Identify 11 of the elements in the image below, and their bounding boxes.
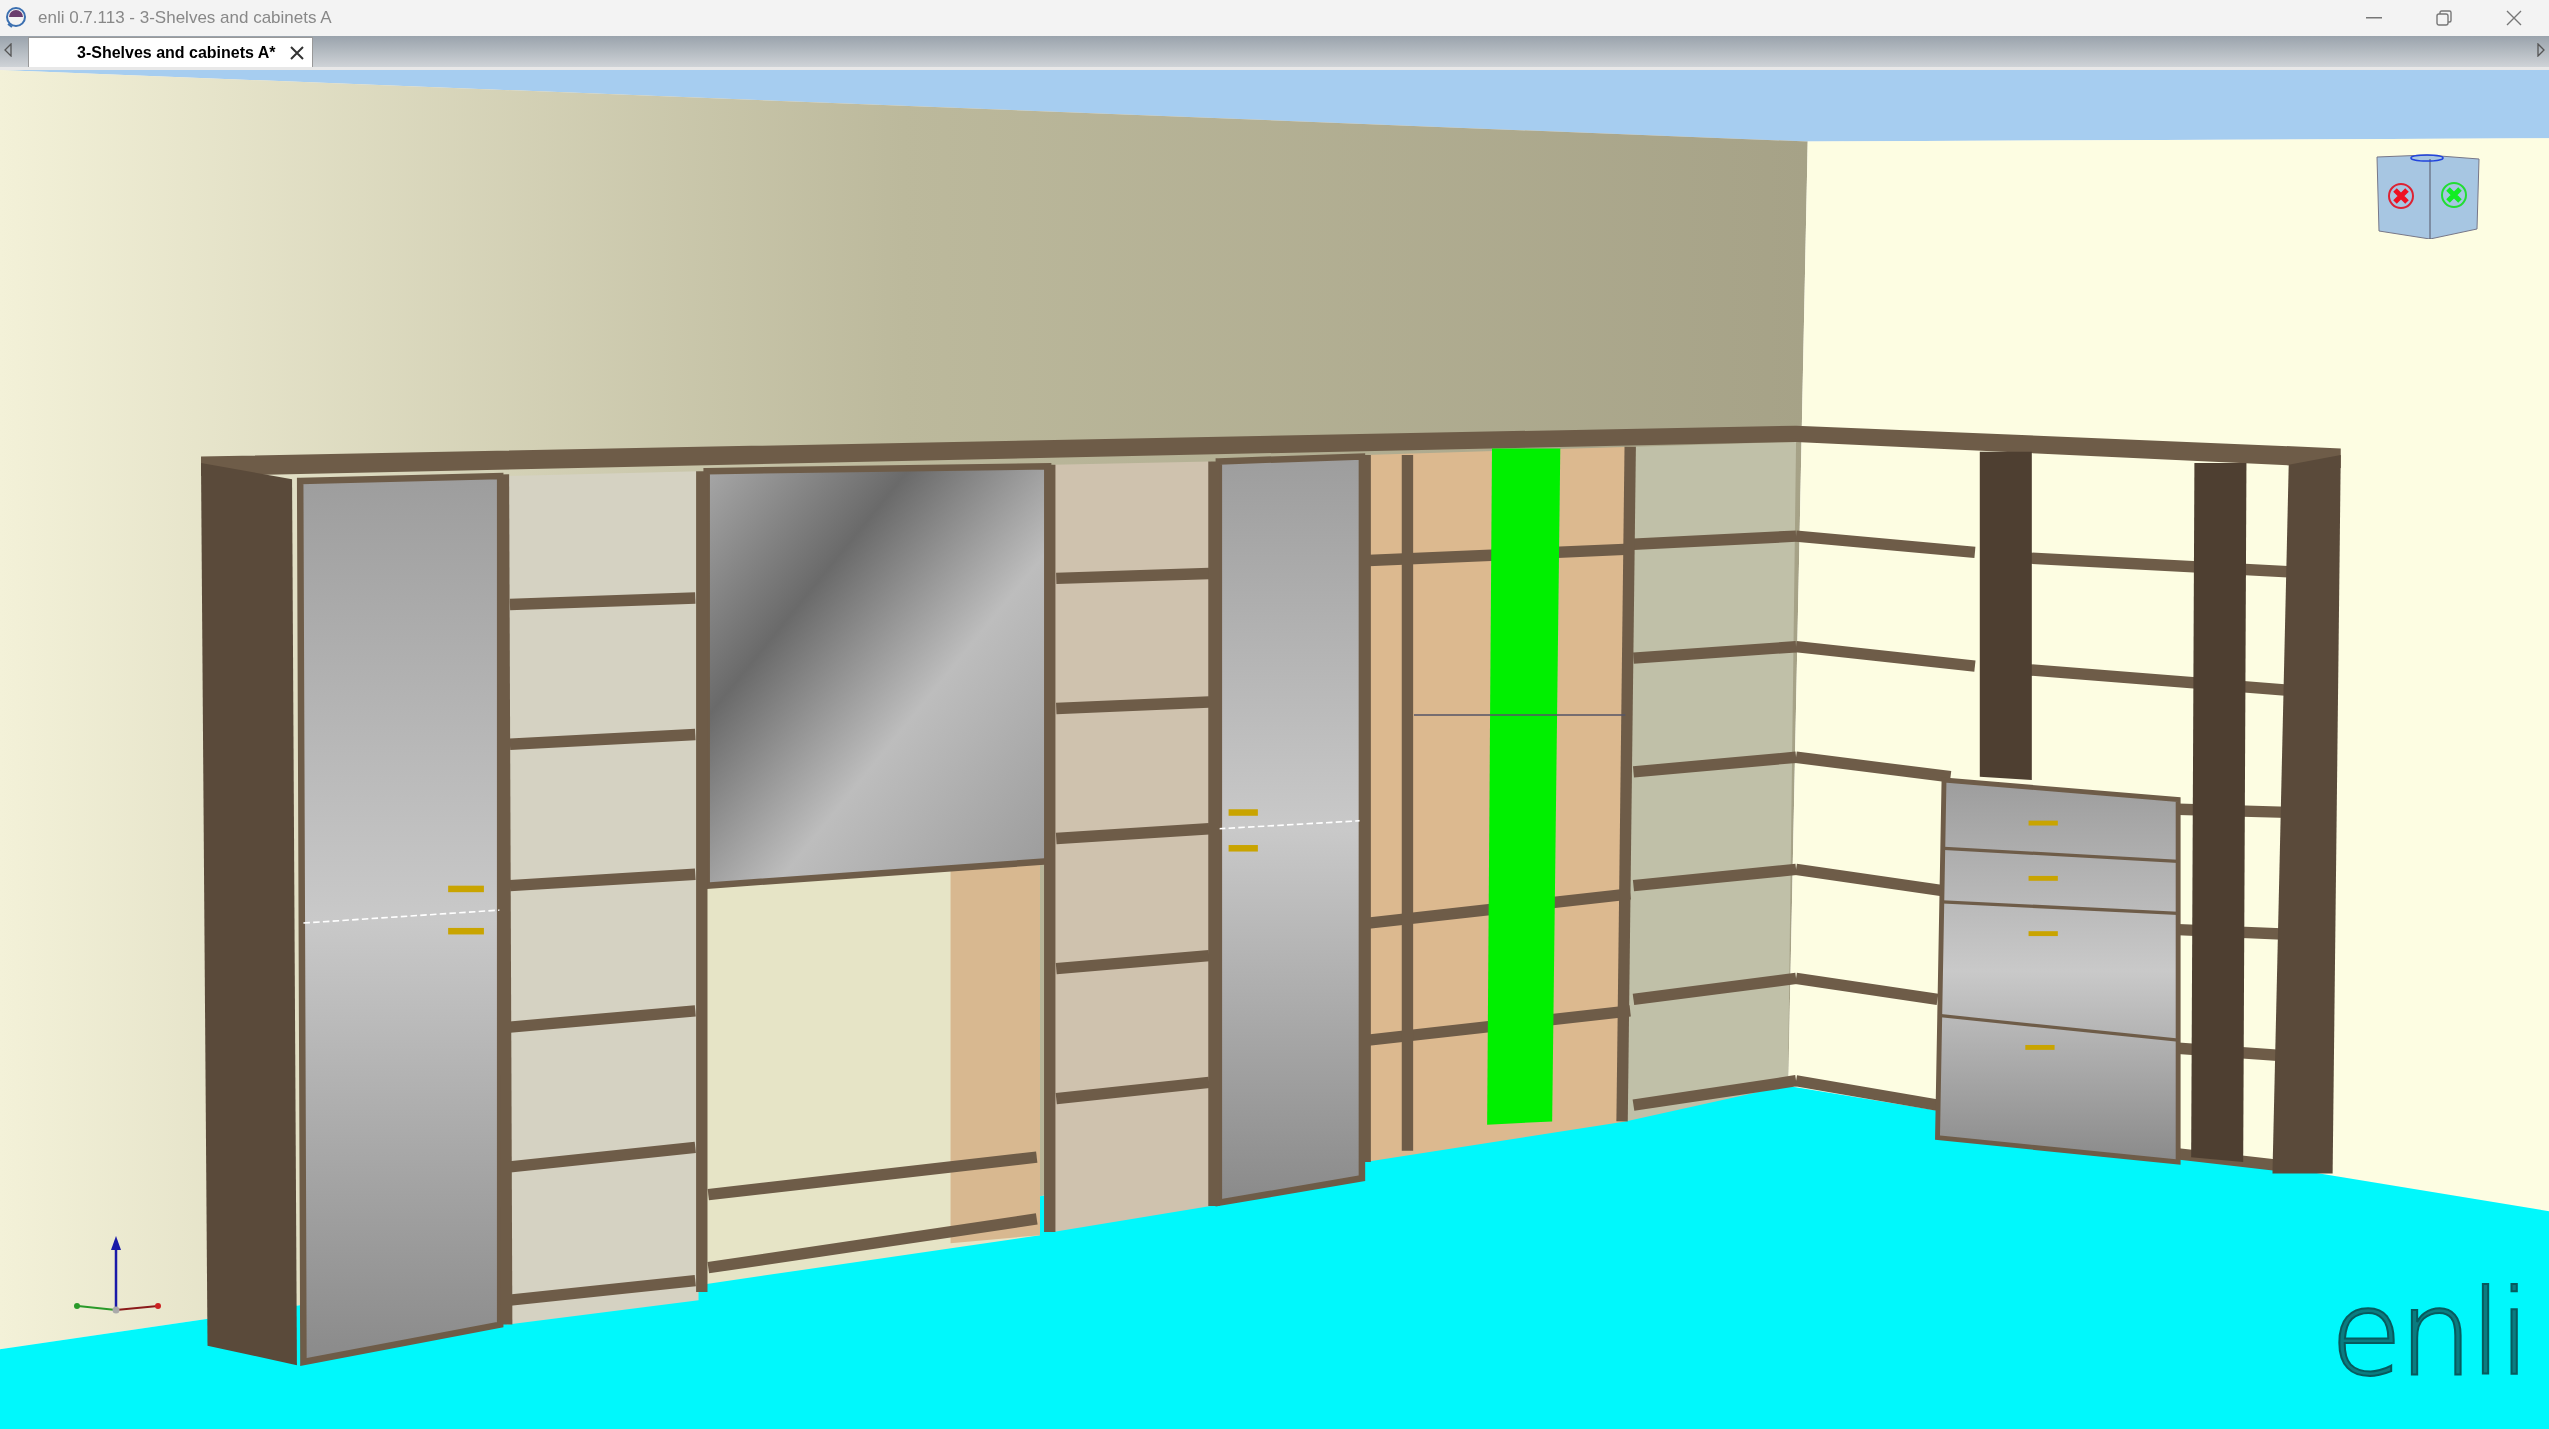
window-title: enli 0.7.113 - 3-Shelves and cabinets A [38,7,332,30]
restore-icon [2436,10,2452,26]
app-icon [4,6,28,30]
minimize-icon [2366,17,2382,19]
close-tab-icon[interactable] [289,45,304,60]
scroll-right-icon[interactable] [2537,43,2545,57]
close-icon [2506,10,2522,26]
document-tab[interactable]: 3-Shelves and cabinets A* [28,37,313,67]
view-cube-icon[interactable] [2375,153,2483,239]
scroll-left-icon[interactable] [4,43,12,57]
app-logo: enli [2330,1274,2527,1392]
